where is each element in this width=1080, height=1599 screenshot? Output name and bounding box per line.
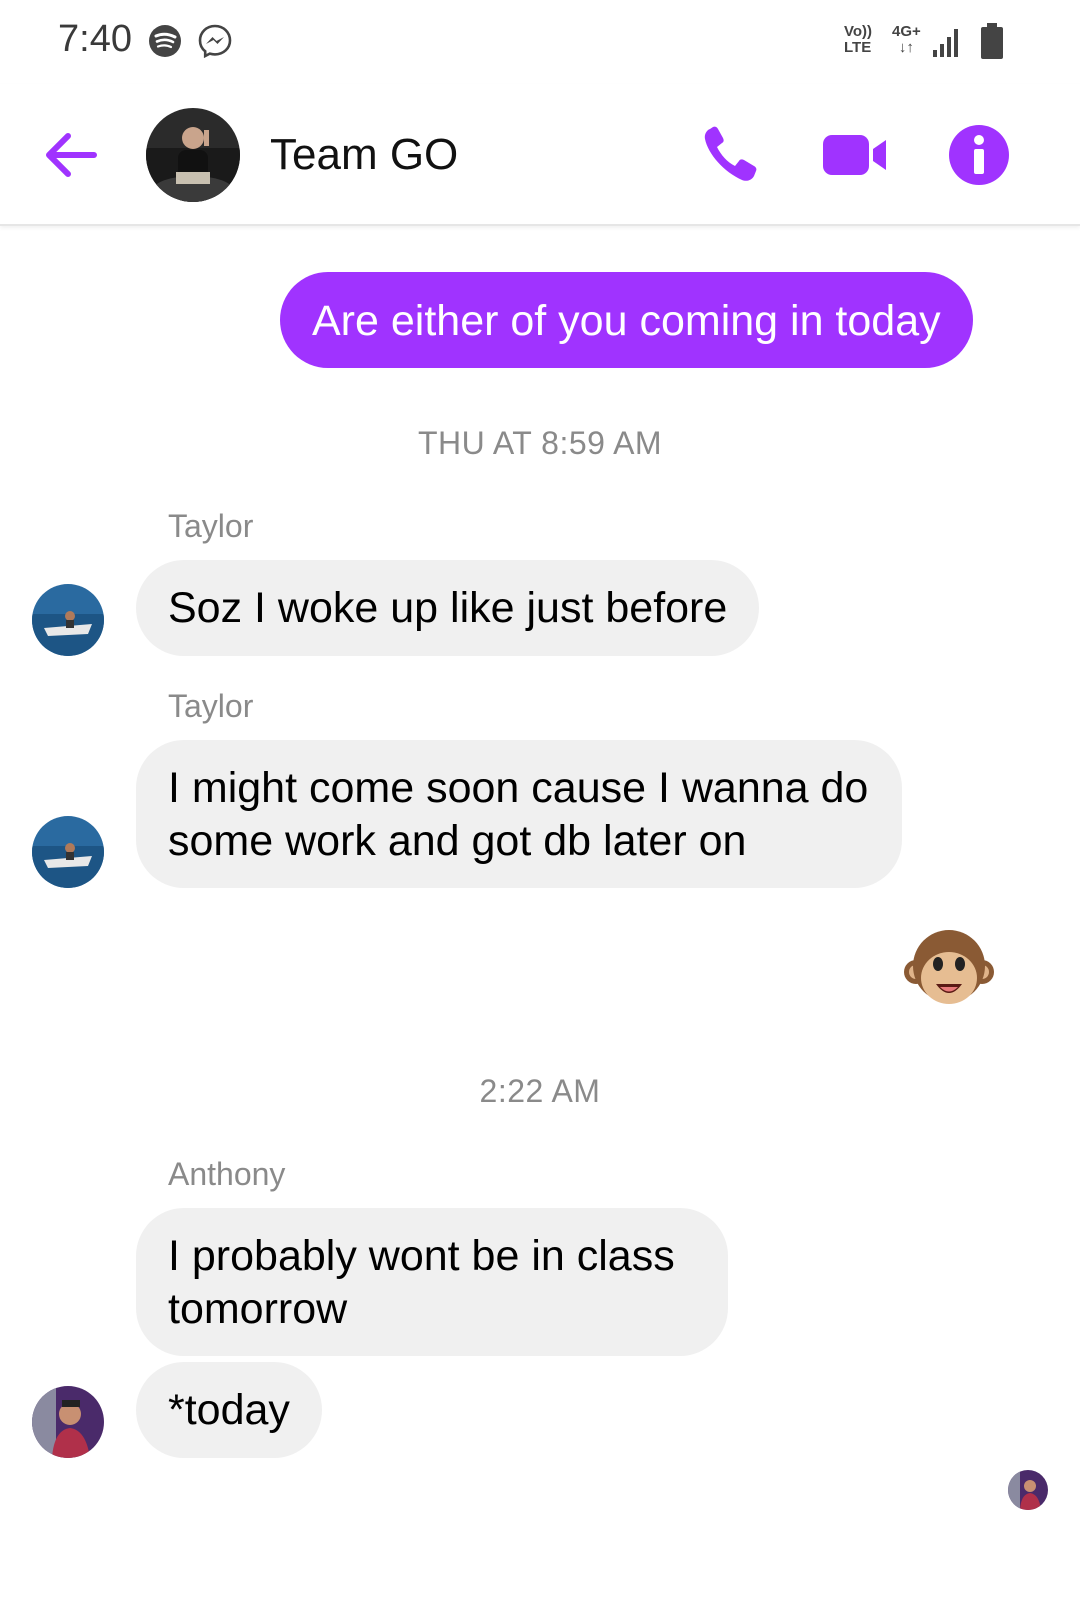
timestamp: THU AT 8:59 AM [417, 425, 663, 461]
signal-icon [933, 29, 958, 57]
video-camera-icon[interactable] [820, 120, 890, 190]
network-indicator: 4G+ ↓↑ [892, 23, 921, 56]
spotify-icon [149, 25, 181, 57]
outgoing-message[interactable]: Are either of you coming in today [280, 272, 973, 368]
messenger-icon [198, 24, 232, 58]
avatar-anthony[interactable] [32, 1386, 104, 1458]
incoming-message[interactable]: I probably wont be in class tomorrow [136, 1208, 728, 1356]
conversation-header: Team GO [0, 84, 1080, 226]
incoming-message[interactable]: I might come soon cause I wanna do some … [136, 740, 902, 888]
monkey-face-icon[interactable] [902, 920, 996, 1014]
status-time: 7:40 [58, 18, 132, 60]
avatar-taylor[interactable] [32, 816, 104, 888]
sender-name: Anthony [168, 1156, 286, 1192]
back-arrow-icon[interactable] [40, 124, 102, 186]
sender-name: Taylor [168, 688, 254, 724]
thread-title[interactable]: Team GO [270, 130, 458, 180]
read-receipt-avatar [1008, 1470, 1048, 1510]
sender-name: Taylor [168, 508, 254, 544]
incoming-message[interactable]: *today [136, 1362, 322, 1458]
group-avatar[interactable] [146, 108, 240, 202]
avatar-taylor[interactable] [32, 584, 104, 656]
timestamp: 2:22 AM [479, 1073, 601, 1109]
status-bar: 7:40 Vo)) LTE 4G+ ↓↑ [0, 0, 1080, 84]
info-icon[interactable] [944, 120, 1014, 190]
incoming-message[interactable]: Soz I woke up like just before [136, 560, 760, 656]
battery-icon [981, 23, 1003, 59]
phone-icon[interactable] [696, 120, 766, 190]
volte-indicator: Vo)) LTE [844, 23, 873, 56]
